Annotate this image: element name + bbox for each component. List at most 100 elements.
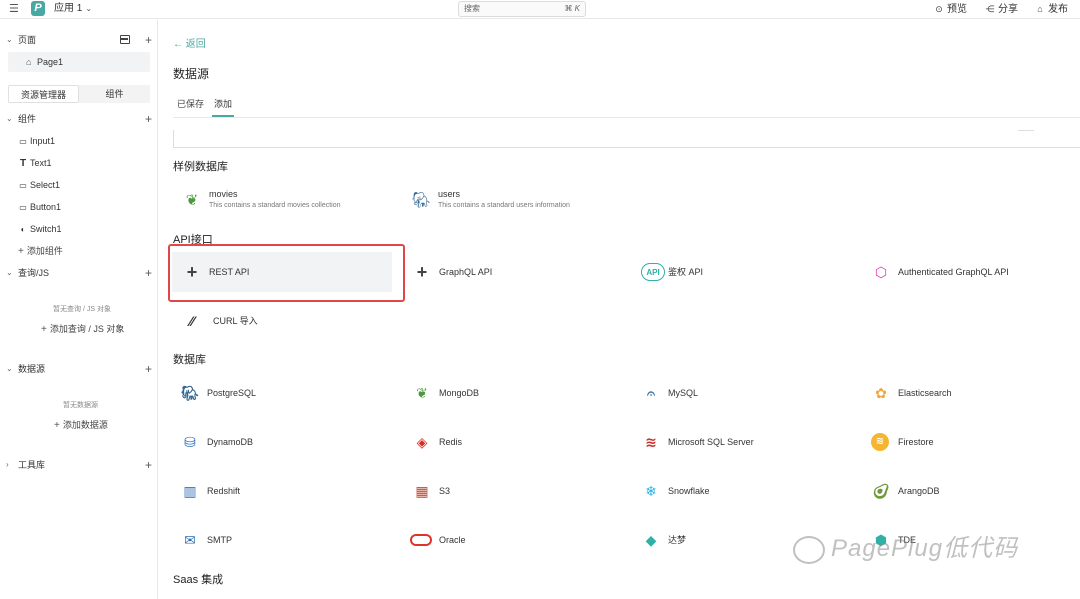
main-panel: ← 返回 数据源 已保存 添加 样例数据库 [159,20,1080,599]
firestore-icon: ≋ [871,433,889,451]
add-datasource-icon[interactable]: + [145,361,152,377]
chevron-down-icon[interactable]: ⌄ [6,111,13,127]
sample-desc: This contains a standard users informati… [438,202,570,209]
button-icon: ▭ [19,203,27,212]
datasource-search-strip[interactable] [173,130,1080,148]
redshift-icon: ▥ [183,483,197,499]
sample-name: movies [209,189,238,199]
db-name: Microsoft SQL Server [668,437,754,447]
api-name: GraphQL API [439,267,493,277]
app-name-dropdown[interactable]: 应用 1 ⌄ [54,2,92,16]
component-item-select1[interactable]: ▭ Select1 [18,178,60,192]
chevron-right-icon[interactable]: › [6,457,9,473]
add-query-icon[interactable]: + [145,265,152,281]
add-component-icon[interactable]: + [145,111,152,127]
mongodb-leaf-icon: ❦ [185,192,199,209]
tab-add[interactable]: 添加 [214,97,232,111]
mysql-icon: 𝄐 [647,385,655,401]
libraries-label: 工具库 [18,460,46,470]
datasources-label: 数据源 [18,364,46,374]
tab-saved[interactable]: 已保存 [177,97,204,111]
chevron-down-icon[interactable]: ⌄ [6,265,13,281]
oracle-icon [410,534,432,546]
db-name: S3 [439,486,451,496]
db-name: MySQL [668,388,699,398]
component-label: Select1 [30,180,61,190]
back-link[interactable]: ← 返回 [173,38,206,52]
db-name: PostgreSQL [207,388,257,398]
postgresql-icon: 🐘︎ [181,385,199,401]
share-label: 分享 [998,4,1018,15]
menu-icon[interactable]: ☰ [9,4,19,15]
components-section-header[interactable]: ⌄ 组件 + [0,111,158,127]
plus-icon: + [18,246,24,257]
active-tab-indicator [212,115,234,117]
search-input[interactable]: 搜索 ⌘ K [458,1,586,17]
component-item-input1[interactable]: ▭ Input1 [18,134,55,148]
play-circle-icon: ⊙ [935,4,943,14]
add-query-link[interactable]: + 添加查询 / JS 对象 [41,322,124,337]
page-layout-icon[interactable] [120,35,130,44]
add-component-link[interactable]: + 添加组件 [18,244,63,259]
elasticsearch-icon: ✿ [875,385,887,401]
rest-api-highlight [168,244,405,302]
component-item-text1[interactable]: T Text1 [18,156,52,170]
mongodb-icon: ❦ [416,385,428,401]
db-name: Redis [439,437,463,447]
share-icon: ⋲ [985,4,995,14]
back-label: 返回 [185,39,206,50]
component-item-button1[interactable]: ▭ Button1 [18,200,61,214]
components-label: 组件 [18,114,37,124]
arangodb-icon: 🥑︎ [872,483,890,499]
add-library-icon[interactable]: + [145,457,152,473]
db-name: Elasticsearch [898,388,952,398]
page-item-page1[interactable]: ⌂ Page1 [8,52,150,72]
publish-button[interactable]: ⌂ 发布 [1035,2,1068,17]
db-name: MongoDB [439,388,480,398]
strip-dash [1018,130,1034,131]
watermark: PagePlug低代码 [793,529,1053,569]
add-datasource-link[interactable]: + 添加数据源 [54,418,108,433]
component-label: Input1 [30,136,56,146]
preview-button[interactable]: ⊙ 预览 [934,2,967,17]
sample-section-title: 样例数据库 [173,161,228,173]
pages-section-header[interactable]: ⌄ 页面 + [0,32,158,48]
home-icon: ⌂ [26,57,32,67]
pageplug-logo[interactable]: P [31,1,45,16]
sample-movies[interactable]: ❦ movies This contains a standard movies… [181,186,381,216]
input-icon: ▭ [19,137,27,146]
component-label: Switch1 [30,224,62,234]
wechat-icon [793,535,825,564]
db-name: DynamoDB [207,437,254,447]
auth-api-cloud-icon: API [641,263,665,281]
libraries-section-header[interactable]: › 工具库 + [0,457,158,473]
dameng-icon: ◆ [645,532,657,548]
api-name: CURL 导入 [213,316,258,326]
curl-icon: ⁄⁄ [189,313,195,329]
db-name: 达梦 [668,535,687,545]
datasources-section-header[interactable]: ⌄ 数据源 + [0,361,158,377]
saas-section-title: Saas 集成 [173,574,224,586]
chevron-down-icon[interactable]: ⌄ [6,361,13,377]
plus-icon: + [54,420,60,431]
lock-icon: ⌂ [1037,4,1043,14]
mssql-icon: ≋ [645,434,657,450]
component-label: Button1 [30,202,62,212]
preview-label: 预览 [947,4,967,15]
queries-section-header[interactable]: ⌄ 查询/JS + [0,265,158,281]
db-name: Firestore [898,437,934,447]
tab-widgets[interactable]: 组件 [79,85,150,103]
tab-explorer[interactable]: 资源管理器 [8,85,79,103]
s3-icon: ▦ [415,483,429,499]
queries-empty-note: 暂无查询 / JS 对象 [53,306,111,313]
add-page-icon[interactable]: + [145,32,152,48]
component-item-switch1[interactable]: ◐ Switch1 [18,222,62,236]
redis-icon: ◈ [416,434,428,450]
share-button[interactable]: ⋲ 分享 [985,2,1019,17]
db-name: Oracle [439,535,466,545]
plus-icon: + [41,324,47,335]
chevron-down-icon[interactable]: ⌄ [6,32,13,48]
app-name: 应用 1 [54,3,83,14]
dynamodb-icon: ⛁ [184,434,196,450]
sample-users[interactable]: 🐘︎ users This contains a standard users … [410,186,610,216]
